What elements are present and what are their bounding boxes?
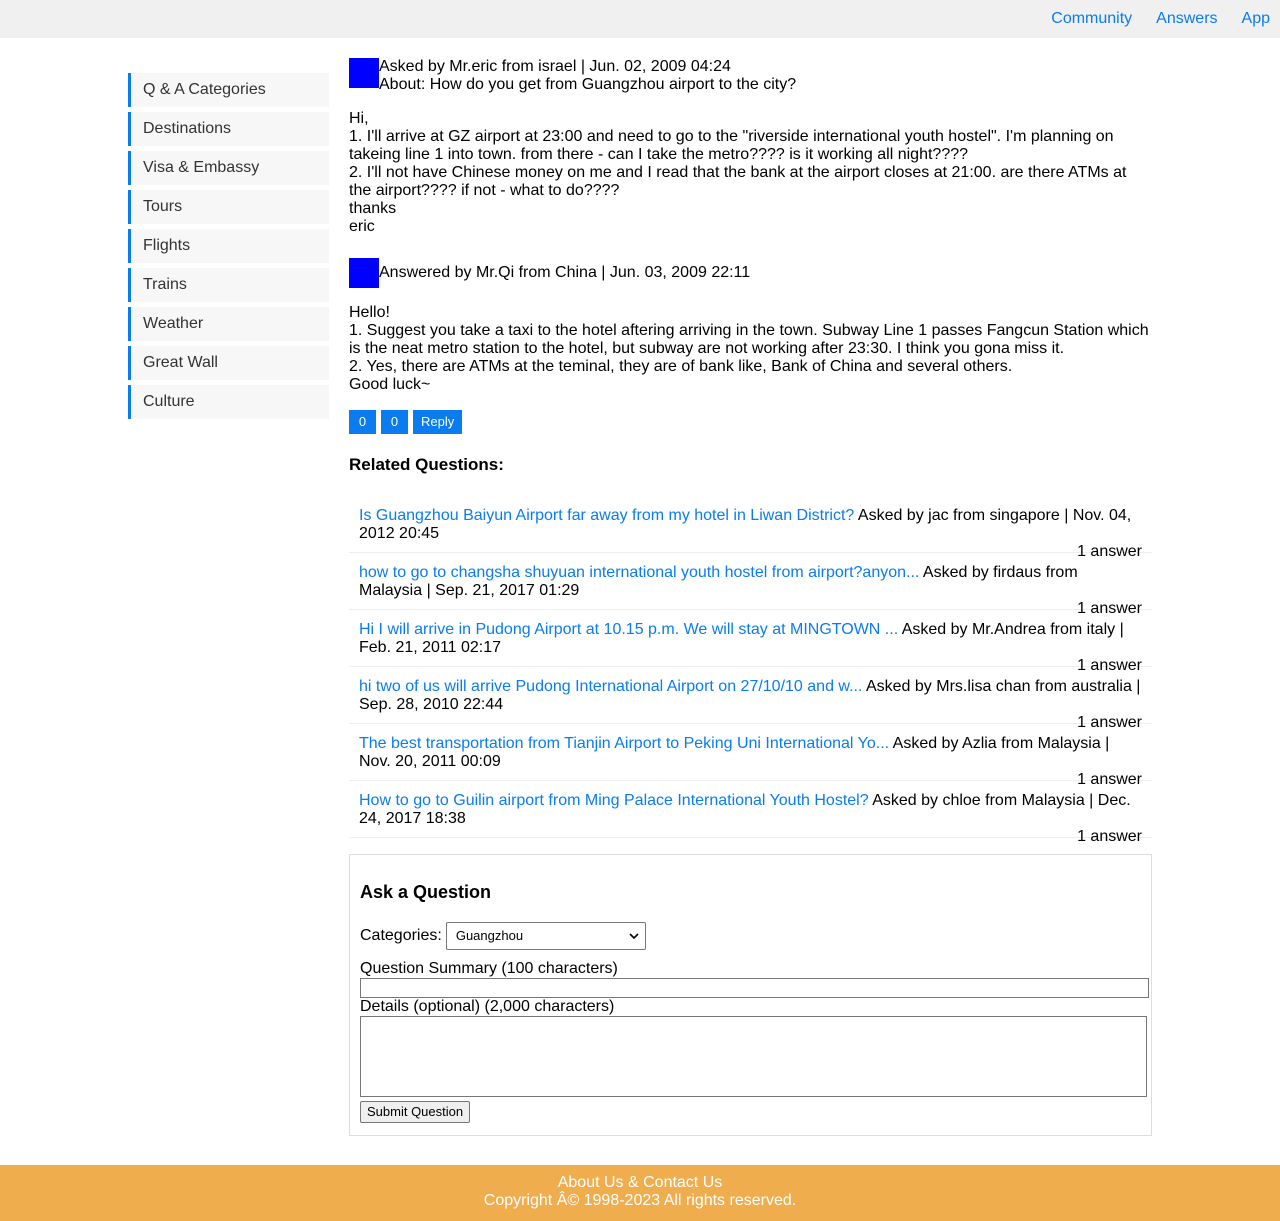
answer-header: Answered by Mr.Qi from China | Jun. 03, … bbox=[349, 258, 1152, 288]
categories-label: Categories: bbox=[360, 927, 442, 944]
sidebar-item-destinations[interactable]: Destinations bbox=[128, 112, 329, 146]
asker-avatar bbox=[349, 58, 379, 88]
top-nav: Community Answers App bbox=[0, 0, 1280, 38]
sidebar-item-great-wall[interactable]: Great Wall bbox=[128, 346, 329, 380]
answerer-avatar bbox=[349, 258, 379, 288]
main-content: Asked by Mr.eric from israel | Jun. 02, … bbox=[349, 58, 1152, 1136]
sidebar-item-tours[interactable]: Tours bbox=[128, 190, 329, 224]
nav-community-link[interactable]: Community bbox=[1051, 10, 1132, 28]
answer-actions: 0 0 Reply bbox=[349, 410, 1152, 434]
sidebar: Q & A Categories Destinations Visa & Emb… bbox=[128, 73, 329, 424]
question-line: 1. I'll arrive at GZ airport at 23:00 an… bbox=[349, 128, 1114, 163]
list-item: how to go to changsha shuyuan internatio… bbox=[349, 553, 1152, 617]
question-body: Hi, 1. I'll arrive at GZ airport at 23:0… bbox=[349, 110, 1152, 236]
answer-count: 1 answer bbox=[1077, 828, 1142, 845]
category-selected-value: Guangzhou bbox=[455, 928, 524, 943]
copyright-text: Copyright Â© 1998-2023 All rights reserv… bbox=[483, 1192, 797, 1209]
answer-line: 1. Suggest you take a taxi to the hotel … bbox=[349, 322, 1149, 357]
ask-question-title: Ask a Question bbox=[360, 882, 492, 902]
answer-line: Good luck~ bbox=[349, 376, 431, 393]
submit-question-button[interactable]: Submit Question bbox=[360, 1101, 471, 1123]
category-select[interactable]: Guangzhou bbox=[445, 922, 646, 950]
related-question-link[interactable]: hi two of us will arrive Pudong Internat… bbox=[359, 678, 862, 695]
downvote-button[interactable]: 0 bbox=[381, 410, 408, 434]
summary-label: Question Summary (100 characters) bbox=[360, 960, 618, 977]
related-question-link[interactable]: The best transportation from Tianjin Air… bbox=[359, 735, 889, 752]
list-item: How to go to Guilin airport from Ming Pa… bbox=[349, 781, 1152, 845]
question-line: 2. I'll not have Chinese money on me and… bbox=[349, 164, 1127, 199]
chevron-down-icon bbox=[629, 932, 639, 939]
answer-meta: Answered by Mr.Qi from China | Jun. 03, … bbox=[379, 264, 751, 281]
answer-line: 2. Yes, there are ATMs at the teminal, t… bbox=[349, 358, 1013, 375]
sidebar-item-culture[interactable]: Culture bbox=[128, 385, 329, 419]
categories-row: Categories: Guangzhou bbox=[360, 922, 1147, 950]
list-item: Hi I will arrive in Pudong Airport at 10… bbox=[349, 610, 1152, 674]
sidebar-item-weather[interactable]: Weather bbox=[128, 307, 329, 341]
question-meta-block: Asked by Mr.eric from israel | Jun. 02, … bbox=[379, 58, 796, 94]
question-meta: Asked by Mr.eric from israel | Jun. 02, … bbox=[379, 58, 731, 75]
sidebar-item-visa-embassy[interactable]: Visa & Embassy bbox=[128, 151, 329, 185]
sidebar-item-qa-categories[interactable]: Q & A Categories bbox=[128, 73, 329, 107]
question-line: thanks bbox=[349, 200, 397, 217]
list-item: hi two of us will arrive Pudong Internat… bbox=[349, 667, 1152, 731]
related-question-link[interactable]: how to go to changsha shuyuan internatio… bbox=[359, 564, 919, 581]
about-contact-link[interactable]: About Us & Contact Us bbox=[0, 1174, 1280, 1192]
sidebar-item-trains[interactable]: Trains bbox=[128, 268, 329, 302]
nav-answers-link[interactable]: Answers bbox=[1156, 10, 1217, 28]
footer: About Us & Contact Us Copyright Â© 1998-… bbox=[0, 1165, 1280, 1221]
details-textarea[interactable] bbox=[360, 1016, 1147, 1097]
related-questions-title: Related Questions: bbox=[349, 455, 504, 474]
related-question-link[interactable]: Hi I will arrive in Pudong Airport at 10… bbox=[359, 621, 898, 638]
summary-input[interactable] bbox=[360, 978, 1149, 998]
related-questions-list: Is Guangzhou Baiyun Airport far away fro… bbox=[349, 496, 1152, 845]
answer-body: Hello! 1. Suggest you take a taxi to the… bbox=[349, 304, 1152, 394]
answer-line: Hello! bbox=[349, 304, 390, 321]
list-item: Is Guangzhou Baiyun Airport far away fro… bbox=[349, 496, 1152, 560]
details-label: Details (optional) (2,000 characters) bbox=[360, 998, 615, 1015]
question-line: Hi, bbox=[349, 110, 369, 127]
question-header: Asked by Mr.eric from israel | Jun. 02, … bbox=[349, 58, 1152, 94]
list-item: The best transportation from Tianjin Air… bbox=[349, 724, 1152, 788]
related-question-link[interactable]: How to go to Guilin airport from Ming Pa… bbox=[359, 792, 869, 809]
upvote-button[interactable]: 0 bbox=[349, 410, 376, 434]
question-line: eric bbox=[349, 218, 375, 235]
related-question-link[interactable]: Is Guangzhou Baiyun Airport far away fro… bbox=[359, 507, 854, 524]
ask-question-form: Ask a Question Categories: Guangzhou Que… bbox=[349, 854, 1152, 1136]
nav-app-link[interactable]: App bbox=[1242, 10, 1270, 28]
reply-button[interactable]: Reply bbox=[413, 410, 463, 434]
question-about: About: How do you get from Guangzhou air… bbox=[379, 76, 797, 93]
sidebar-item-flights[interactable]: Flights bbox=[128, 229, 329, 263]
